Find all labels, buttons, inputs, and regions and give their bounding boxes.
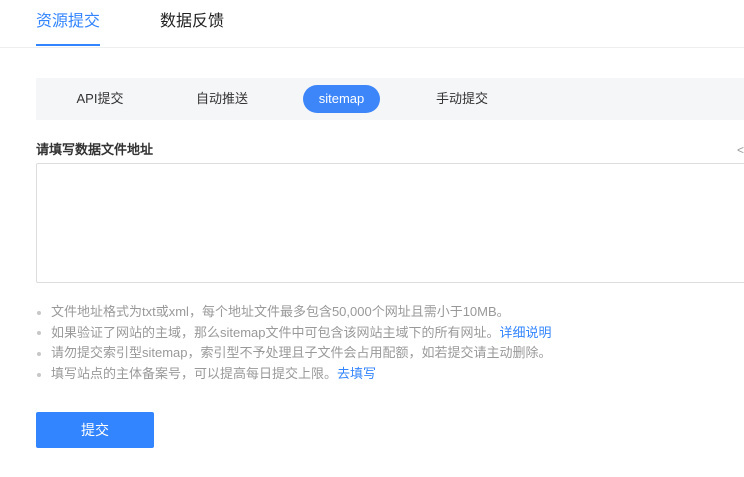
instruction-text: 请勿提交索引型sitemap，索引型不予处理且子文件会占用配额，如若提交请主动删… [51,345,552,361]
bullet-icon [37,372,41,377]
subtab-sitemap[interactable]: sitemap [303,85,380,113]
bullet-icon [37,331,41,336]
instruction-item: 如果验证了网站的主域，那么sitemap文件中可包含该网站主域下的所有网址。详细… [36,323,736,344]
instruction-item: 填写站点的主体备案号，可以提高每日提交上限。去填写 [36,364,736,385]
subtab-auto-push[interactable]: 自动推送 [178,85,266,113]
collapse-arrow-icon[interactable]: < [737,141,744,159]
tab-resource-submit[interactable]: 资源提交 [36,11,100,33]
instruction-text: 填写站点的主体备案号，可以提高每日提交上限。 [51,366,338,382]
submit-method-tabs: API提交 自动推送 sitemap 手动提交 [36,78,744,120]
details-link[interactable]: 详细说明 [500,325,552,340]
top-tab-bar: 资源提交 数据反馈 [0,0,744,48]
sitemap-url-textarea[interactable] [36,163,744,283]
fill-in-link[interactable]: 去填写 [337,366,376,381]
instruction-item: 请勿提交索引型sitemap，索引型不予处理且子文件会占用配额，如若提交请主动删… [36,343,736,364]
instruction-text: 文件地址格式为txt或xml，每个地址文件最多包含50,000个网址且需小于10… [51,304,510,319]
subtab-api-submit[interactable]: API提交 [56,85,144,113]
instruction-list: 文件地址格式为txt或xml，每个地址文件最多包含50,000个网址且需小于10… [36,302,736,385]
instruction-text: 如果验证了网站的主域，那么sitemap文件中可包含该网站主域下的所有网址。 [51,324,500,340]
bullet-icon [37,351,41,356]
submit-button[interactable]: 提交 [36,412,154,448]
active-tab-indicator [36,44,100,46]
instruction-item: 文件地址格式为txt或xml，每个地址文件最多包含50,000个网址且需小于10… [36,302,736,323]
tab-data-feedback[interactable]: 数据反馈 [160,11,224,33]
subtab-manual-submit[interactable]: 手动提交 [418,85,506,113]
bullet-icon [37,310,41,315]
sitemap-url-label: 请填写数据文件地址 [36,142,154,157]
